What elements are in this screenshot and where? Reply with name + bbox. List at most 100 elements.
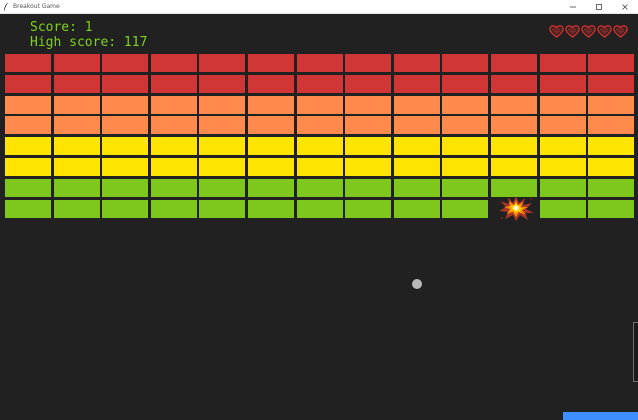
brick [199, 158, 246, 176]
brick [102, 116, 149, 135]
brick [5, 158, 51, 176]
brick [539, 137, 586, 156]
close-icon [622, 3, 628, 10]
brick [345, 74, 392, 93]
brick [150, 116, 197, 135]
brick [102, 74, 149, 93]
brick [296, 74, 343, 93]
brick [588, 54, 635, 72]
heart-icon [581, 25, 596, 38]
brick [393, 137, 440, 156]
brick [199, 74, 246, 93]
brick [296, 95, 343, 114]
maximize-icon [596, 3, 602, 10]
brick [102, 137, 149, 156]
brick [199, 199, 246, 218]
brick [102, 158, 149, 176]
brick [588, 199, 635, 218]
brick [539, 74, 586, 93]
brick [5, 95, 51, 114]
heart-icon [597, 25, 612, 38]
brick [150, 199, 197, 218]
title-bar: Breakout Game [0, 0, 638, 14]
brick [442, 199, 489, 218]
brick [393, 158, 440, 176]
brick [442, 178, 489, 197]
brick [53, 74, 100, 93]
brick [150, 178, 197, 197]
brick [345, 178, 392, 197]
brick [53, 54, 100, 72]
brick [393, 74, 440, 93]
high-score-label: High score: 117 [30, 35, 148, 50]
brick [393, 95, 440, 114]
brick [442, 137, 489, 156]
brick [491, 137, 537, 156]
maximize-button[interactable] [586, 0, 612, 13]
brick [5, 54, 51, 72]
brick [53, 116, 100, 135]
brick [345, 95, 392, 114]
brick [345, 137, 392, 156]
brick [102, 95, 149, 114]
brick [296, 178, 343, 197]
brick [53, 137, 100, 156]
brick [442, 95, 489, 114]
brick [5, 199, 51, 218]
brick [53, 95, 100, 114]
brick [248, 178, 294, 197]
minimize-button[interactable] [560, 0, 586, 13]
brick [199, 178, 246, 197]
brick [393, 199, 440, 218]
ball [412, 279, 422, 289]
brick [248, 95, 294, 114]
window-title: Breakout Game [13, 3, 60, 10]
lives-display [549, 25, 628, 38]
brick [199, 137, 246, 156]
brick [393, 54, 440, 72]
brick [491, 158, 537, 176]
brick [102, 54, 149, 72]
brick [539, 54, 586, 72]
brick [5, 116, 51, 135]
brick [199, 116, 246, 135]
brick [296, 199, 343, 218]
brick [588, 137, 635, 156]
brick [491, 95, 537, 114]
brick [539, 199, 586, 218]
brick [296, 137, 343, 156]
brick [588, 116, 635, 135]
paddle[interactable] [563, 412, 638, 420]
brick [345, 158, 392, 176]
brick [248, 116, 294, 135]
heart-icon [613, 25, 628, 38]
brick [248, 54, 294, 72]
brick [539, 116, 586, 135]
brick [588, 158, 635, 176]
brick [442, 74, 489, 93]
brick [199, 54, 246, 72]
game-canvas[interactable]: Score: 1 High score: 117 [0, 14, 638, 420]
brick [393, 116, 440, 135]
side-scroll-handle[interactable] [633, 322, 638, 382]
brick [296, 158, 343, 176]
feather-app-icon [4, 2, 9, 11]
brick [345, 116, 392, 135]
brick [53, 199, 100, 218]
brick [248, 137, 294, 156]
brick [442, 158, 489, 176]
brick [539, 95, 586, 114]
brick [442, 54, 489, 72]
brick [588, 74, 635, 93]
brick [491, 54, 537, 72]
brick [150, 54, 197, 72]
close-button[interactable] [612, 0, 638, 13]
brick [53, 158, 100, 176]
brick [199, 95, 246, 114]
explosion-icon [497, 196, 534, 221]
minimize-icon [570, 6, 576, 7]
brick [5, 74, 51, 93]
brick [102, 199, 149, 218]
brick [296, 54, 343, 72]
brick [150, 137, 197, 156]
